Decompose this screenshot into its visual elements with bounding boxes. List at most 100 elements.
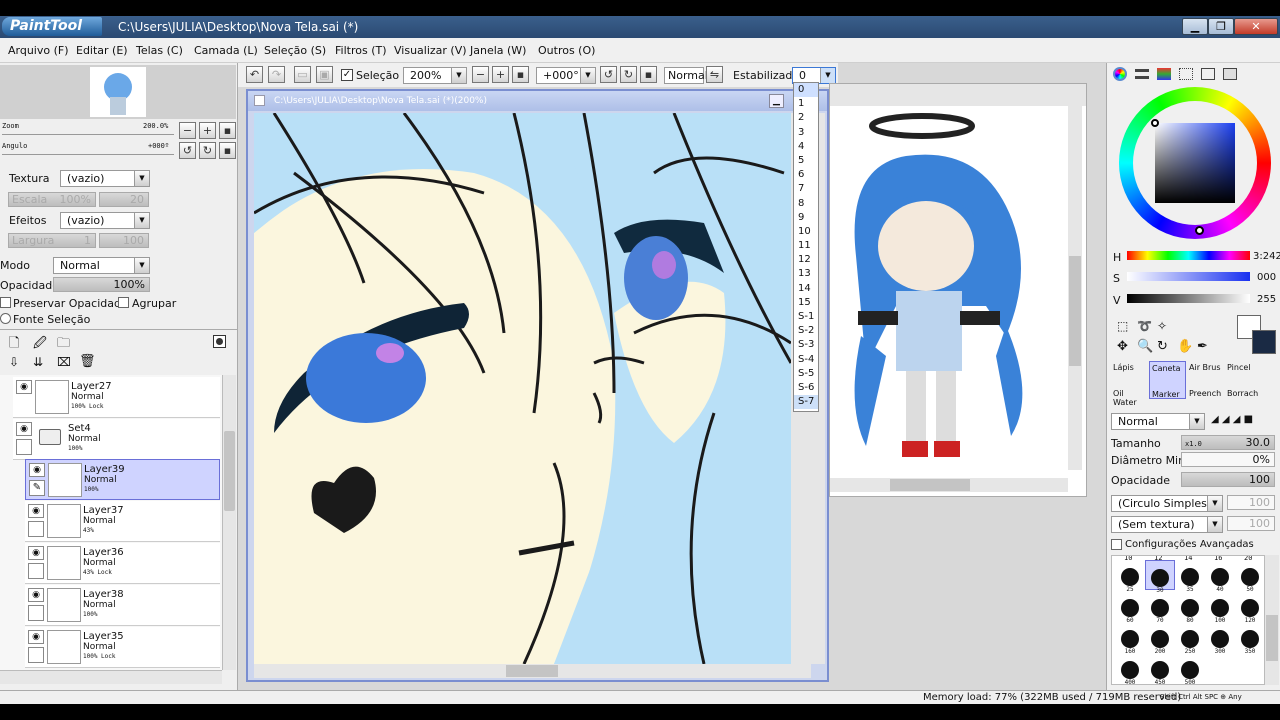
mask-icon[interactable] bbox=[213, 335, 226, 348]
canvas-hscroll[interactable] bbox=[254, 664, 811, 678]
angle-slider[interactable] bbox=[2, 151, 174, 155]
blend-select[interactable]: Normal bbox=[664, 67, 708, 84]
rotation-select[interactable]: +000° ▼ bbox=[536, 67, 596, 84]
transfer-down-icon[interactable]: ⇩ bbox=[9, 355, 19, 369]
stabilizer-option[interactable]: 3 bbox=[794, 126, 818, 140]
layer-row[interactable]: ◉ Layer35 Normal 100% Lock bbox=[25, 627, 220, 668]
saturation-value-square[interactable] bbox=[1155, 123, 1235, 203]
stabilizer-option[interactable]: 0 bbox=[794, 83, 818, 98]
navigator-preview[interactable] bbox=[0, 65, 236, 119]
scrollbar-thumb[interactable] bbox=[1069, 256, 1081, 366]
stabilizer-option[interactable]: 8 bbox=[794, 197, 818, 211]
pen-icon[interactable]: ✎ bbox=[29, 480, 45, 496]
effects-select[interactable]: (vazio) ▼ bbox=[60, 212, 150, 229]
color-wheel[interactable] bbox=[1119, 87, 1271, 239]
zoom-slider[interactable] bbox=[2, 131, 174, 135]
rotate-reset-canvas-button[interactable]: ▪ bbox=[640, 66, 657, 83]
zoom-in-button[interactable]: + bbox=[199, 122, 216, 139]
rect-select-icon[interactable]: ⬚ bbox=[1117, 319, 1128, 333]
scrollbar-thumb[interactable] bbox=[1266, 615, 1278, 661]
scrollbar-thumb[interactable] bbox=[890, 479, 970, 491]
eye-icon[interactable]: ◉ bbox=[28, 546, 44, 560]
stabilizer-option[interactable]: 6 bbox=[794, 168, 818, 182]
tool-pencil[interactable]: Lápis Oil Water bbox=[1111, 361, 1148, 407]
layer-mode-select[interactable]: Normal ▼ bbox=[53, 257, 150, 274]
scratchpad-tab-icon[interactable] bbox=[1223, 68, 1237, 80]
stabilizer-option[interactable]: 13 bbox=[794, 267, 818, 281]
rotate-reset-button[interactable]: ▪ bbox=[219, 142, 236, 159]
drawing-canvas[interactable] bbox=[254, 113, 791, 664]
stabilizer-option[interactable]: 14 bbox=[794, 282, 818, 296]
clip-checkbox[interactable] bbox=[118, 297, 129, 308]
stabilizer-option[interactable]: 12 bbox=[794, 253, 818, 267]
brush-size-preset[interactable]: 35 bbox=[1175, 560, 1205, 593]
brush-size-preset[interactable]: 70 bbox=[1145, 591, 1175, 624]
menu-visualizar[interactable]: Visualizar (V) bbox=[394, 44, 467, 57]
rotate-ccw-button[interactable]: ↺ bbox=[600, 66, 617, 83]
layer-list-scrollbar[interactable] bbox=[222, 375, 236, 670]
stabilizer-option[interactable]: 10 bbox=[794, 225, 818, 239]
deselect-button[interactable]: ▭ bbox=[294, 66, 311, 83]
hue-picker-handle[interactable] bbox=[1195, 226, 1204, 235]
brush-size-preset[interactable]: 160 bbox=[1115, 622, 1145, 655]
layer-lock-box[interactable] bbox=[28, 521, 44, 537]
scrollbar-thumb[interactable] bbox=[224, 431, 235, 511]
rotate-left-button[interactable]: ↺ bbox=[179, 142, 196, 159]
brush-size-preset[interactable]: 450 bbox=[1145, 653, 1175, 684]
layer-lock-box[interactable] bbox=[16, 439, 32, 455]
brush-size-preset[interactable]: 250 bbox=[1175, 622, 1205, 655]
brush-size-preset[interactable]: 30 bbox=[1145, 560, 1175, 594]
invert-selection-button[interactable]: ▣ bbox=[316, 66, 333, 83]
preserve-opacity-checkbox[interactable] bbox=[0, 297, 11, 308]
clear-layer-icon[interactable]: ⌧ bbox=[57, 355, 71, 369]
menu-arquivo[interactable]: Arquivo (F) bbox=[8, 44, 69, 57]
selection-checkbox[interactable]: ✓ bbox=[341, 69, 353, 81]
brush-shape-select[interactable]: (Circulo Simples) ▼ bbox=[1111, 495, 1223, 512]
stabilizer-option[interactable]: 2 bbox=[794, 111, 818, 125]
menu-selecao[interactable]: Seleção (S) bbox=[264, 44, 326, 57]
zoom-out-button[interactable]: − bbox=[179, 122, 196, 139]
layer-opacity-bar[interactable]: 100% bbox=[53, 277, 150, 292]
size-bar[interactable]: x1.0 30.0 bbox=[1181, 435, 1275, 450]
brush-size-preset[interactable]: 100 bbox=[1205, 591, 1235, 624]
rotate-right-button[interactable]: ↻ bbox=[199, 142, 216, 159]
zoom-reset-button[interactable]: ▪ bbox=[219, 122, 236, 139]
canvas-zoom-reset-button[interactable]: ▪ bbox=[512, 66, 529, 83]
menu-editar[interactable]: Editar (E) bbox=[76, 44, 128, 57]
new-layer-icon[interactable]: 🗋 bbox=[9, 334, 19, 356]
redo-button[interactable]: ↷ bbox=[268, 66, 285, 83]
menu-telas[interactable]: Telas (C) bbox=[136, 44, 183, 57]
rotate-icon[interactable]: ↻ bbox=[1157, 339, 1168, 354]
reference-vscroll[interactable] bbox=[1068, 106, 1082, 470]
canvas-zoom-out-button[interactable]: − bbox=[472, 66, 489, 83]
value-slider[interactable] bbox=[1127, 294, 1250, 303]
move-icon[interactable]: ✥ bbox=[1117, 339, 1128, 354]
trash-icon[interactable]: 🗑 bbox=[79, 354, 96, 369]
stabilizer-option[interactable]: S-4 bbox=[794, 353, 818, 367]
menu-camada[interactable]: Camada (L) bbox=[194, 44, 258, 57]
brush-texture-select[interactable]: (Sem textura) ▼ bbox=[1111, 516, 1223, 533]
eye-icon[interactable]: ◉ bbox=[28, 588, 44, 602]
layer-lock-box[interactable] bbox=[28, 605, 44, 621]
hsv-slider-tab-icon[interactable] bbox=[1157, 68, 1171, 80]
close-button[interactable]: ✕ bbox=[1234, 18, 1278, 35]
brush-tip-shapes[interactable]: ◢ ◢ ◢ ■ bbox=[1211, 414, 1275, 429]
brush-size-preset[interactable]: 40 bbox=[1205, 560, 1235, 593]
hand-icon[interactable]: ✋ bbox=[1177, 339, 1193, 354]
reference-hscroll[interactable] bbox=[830, 478, 1068, 492]
eye-icon[interactable]: ◉ bbox=[29, 463, 45, 477]
layer-row[interactable]: ◉ Layer37 Normal 43% bbox=[25, 501, 220, 542]
brush-size-preset[interactable]: 400 bbox=[1115, 653, 1145, 684]
zoom-select[interactable]: 200% ▼ bbox=[403, 67, 467, 84]
reference-image[interactable] bbox=[836, 106, 1060, 470]
brush-size-preset[interactable]: 60 bbox=[1115, 591, 1145, 624]
brush-size-preset[interactable]: 25 bbox=[1115, 560, 1145, 593]
scrollbar-thumb[interactable] bbox=[506, 665, 558, 677]
menu-outros[interactable]: Outros (O) bbox=[538, 44, 595, 57]
flip-button[interactable]: ⇋ bbox=[706, 66, 723, 83]
folder-row[interactable]: ◉ Set4 Normal 100% bbox=[13, 419, 220, 460]
brush-size-preset[interactable]: 120 bbox=[1235, 591, 1264, 624]
mixer-tab-icon[interactable] bbox=[1201, 68, 1215, 80]
layer-row-selected[interactable]: ◉ ✎ Layer39 Normal 100% bbox=[25, 459, 220, 500]
layer-row[interactable]: ◉ Layer36 Normal 43% Lock bbox=[25, 543, 220, 584]
